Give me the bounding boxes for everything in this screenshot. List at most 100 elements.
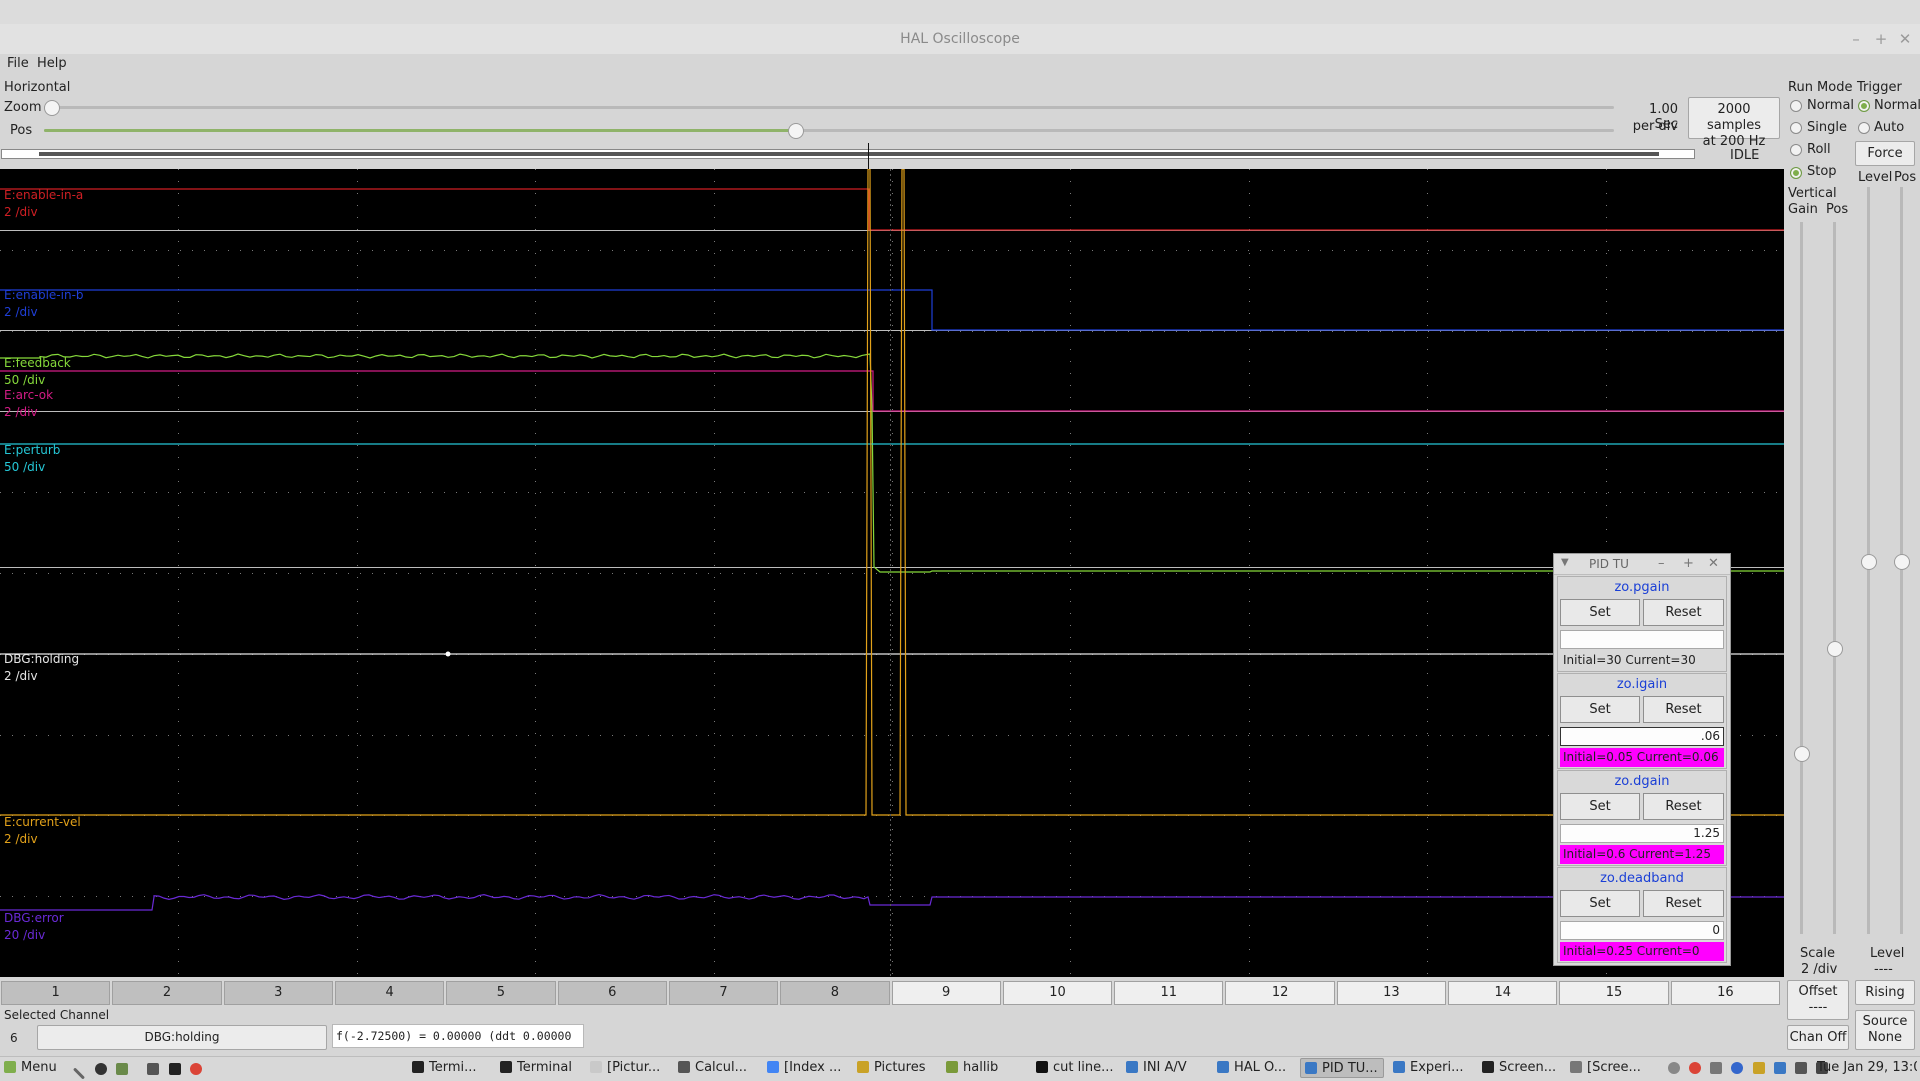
taskbar-task[interactable]: Experi...	[1389, 1058, 1473, 1078]
offset-button[interactable]: Offset ----	[1787, 980, 1849, 1020]
taskbar-task[interactable]: Pictures	[853, 1058, 937, 1078]
trigger-pos-handle[interactable]	[1894, 553, 1910, 570]
dgain-reset-button[interactable]: Reset	[1643, 793, 1724, 820]
pid-tuner-window[interactable]: ▼ PID TU – + ✕ zo.pgain Set Reset Initia…	[1553, 553, 1731, 966]
mint-logo-icon	[4, 1061, 16, 1073]
taskbar-task[interactable]: Terminal	[496, 1058, 580, 1078]
channel-button-13[interactable]: 13	[1336, 981, 1447, 1005]
taskbar-task[interactable]: [Index ...	[763, 1058, 847, 1078]
taskbar-task[interactable]: [Scree...	[1566, 1058, 1650, 1078]
igain-input[interactable]: .06	[1560, 727, 1724, 746]
scope-display[interactable]: E:enable-in-a 2 /div E:enable-in-b 2 /di…	[0, 169, 1784, 977]
channel-button-15[interactable]: 15	[1559, 981, 1669, 1005]
taskbar-clock[interactable]: Tue Jan 29, 13:04	[1817, 1058, 1917, 1078]
pid-close-icon[interactable]: ✕	[1708, 556, 1719, 571]
maximize-icon[interactable]: +	[1871, 30, 1891, 48]
channel-button-14[interactable]: 14	[1448, 981, 1558, 1005]
channel-button-2[interactable]: 2	[112, 981, 222, 1005]
taskbar-task[interactable]: Screen...	[1478, 1058, 1562, 1078]
channel-button-1[interactable]: 1	[1, 981, 111, 1005]
tray-shield-icon[interactable]	[1731, 1062, 1744, 1074]
taskbar-task[interactable]: cut line...	[1032, 1058, 1116, 1078]
trigger-normal-radio[interactable]	[1858, 100, 1870, 112]
taskbar-task[interactable]: PID TU...	[1300, 1058, 1384, 1078]
channel-button-10[interactable]: 10	[1002, 981, 1113, 1005]
zoom-slider-handle[interactable]	[44, 100, 60, 116]
igain-set-button[interactable]: Set	[1560, 696, 1640, 723]
deadband-reset-button[interactable]: Reset	[1643, 890, 1724, 917]
run-mode-normal-radio[interactable]	[1790, 100, 1802, 112]
chan-off-button[interactable]: Chan Off	[1787, 1025, 1849, 1050]
show-desktop-icon[interactable]	[147, 1063, 160, 1075]
taskbar-task[interactable]: Termi...	[408, 1058, 492, 1078]
pid-title: PID TU	[1589, 557, 1629, 571]
tray-network-icon[interactable]	[1668, 1062, 1680, 1074]
pgain-input[interactable]	[1560, 630, 1724, 649]
close-icon[interactable]: ✕	[1895, 30, 1915, 48]
channel-button-8[interactable]: 8	[780, 981, 890, 1005]
run-mode-roll-radio[interactable]	[1790, 144, 1802, 156]
deadband-input[interactable]: 0	[1560, 921, 1724, 940]
channel-button-12[interactable]: 12	[1225, 981, 1335, 1005]
channel-button-11[interactable]: 11	[1114, 981, 1224, 1005]
source-button[interactable]: Source None	[1855, 1010, 1915, 1050]
pid-minimize-icon[interactable]: –	[1658, 556, 1665, 571]
taskbar-task[interactable]: HAL O...	[1213, 1058, 1297, 1078]
tray-chrome-icon[interactable]	[1689, 1062, 1702, 1074]
vertical-pos-slider[interactable]	[1833, 222, 1836, 934]
channel-button-7[interactable]: 7	[668, 981, 779, 1005]
deadband-set-button[interactable]: Set	[1560, 890, 1640, 917]
vertical-gain-slider[interactable]	[1800, 222, 1803, 934]
trigger-level-handle[interactable]	[1861, 553, 1877, 570]
channel-button-9[interactable]: 9	[891, 981, 1001, 1005]
menu-help[interactable]: Help	[37, 56, 67, 71]
run-mode-single-radio[interactable]	[1790, 122, 1802, 134]
record-bar[interactable]	[1, 149, 1695, 159]
dgain-set-button[interactable]: Set	[1560, 793, 1640, 820]
igain-reset-button[interactable]: Reset	[1643, 696, 1724, 723]
task-app-icon	[1217, 1061, 1229, 1073]
tray-bluetooth-icon[interactable]	[1773, 1062, 1786, 1074]
taskbar-task[interactable]: INI A/V	[1122, 1058, 1206, 1078]
selected-channel-button[interactable]: DBG:holding	[37, 1025, 327, 1050]
channel-button-6[interactable]: 6	[557, 981, 667, 1005]
channel-button-3[interactable]: 3	[223, 981, 333, 1005]
vertical-gain-handle[interactable]	[1794, 745, 1810, 762]
channel-button-4[interactable]: 4	[334, 981, 445, 1005]
task-app-icon	[857, 1061, 869, 1073]
task-label: [Index ...	[784, 1060, 842, 1075]
taskbar-menu-label: Menu	[21, 1060, 57, 1075]
channel-label-enable-in-a: E:enable-in-a 2 /div	[4, 187, 83, 221]
dgain-input[interactable]: 1.25	[1560, 824, 1724, 843]
tray-info-icon[interactable]	[1710, 1062, 1723, 1074]
trace-enable-in-a	[0, 188, 1784, 231]
vertical-pos-handle[interactable]	[1827, 640, 1843, 657]
taskbar-task[interactable]: [Pictur...	[586, 1058, 670, 1078]
pid-maximize-icon[interactable]: +	[1683, 556, 1694, 571]
samples-button[interactable]: 2000 samples at 200 Hz	[1688, 97, 1780, 149]
minimize-icon[interactable]: –	[1846, 30, 1866, 48]
taskbar-menu-button[interactable]: Menu	[4, 1058, 68, 1078]
terminal-launcher-icon[interactable]	[116, 1063, 129, 1075]
channel-button-16[interactable]: 16	[1670, 981, 1780, 1005]
run-mode-stop-radio[interactable]	[1790, 167, 1802, 179]
pos-slider-handle[interactable]	[787, 123, 804, 139]
chrome-icon[interactable]	[189, 1063, 202, 1075]
tray-volume-icon[interactable]	[1794, 1062, 1807, 1074]
pid-titlebar[interactable]: ▼ PID TU – + ✕	[1554, 554, 1730, 575]
channel-button-5[interactable]: 5	[446, 981, 556, 1005]
force-button[interactable]: Force	[1855, 141, 1915, 166]
taskbar-task[interactable]: hallib	[942, 1058, 1026, 1078]
console-icon[interactable]	[168, 1063, 181, 1075]
pid-menu-icon[interactable]: ▼	[1561, 557, 1569, 568]
zoom-slider[interactable]	[44, 106, 1614, 109]
tray-update-icon[interactable]	[1752, 1062, 1765, 1074]
pgain-reset-button[interactable]: Reset	[1643, 599, 1724, 626]
taskbar-task[interactable]: Calcul...	[674, 1058, 758, 1078]
menu-file[interactable]: File	[7, 56, 29, 71]
rising-button[interactable]: Rising	[1855, 980, 1915, 1005]
trigger-auto-radio[interactable]	[1858, 122, 1870, 134]
settings-icon[interactable]	[95, 1063, 108, 1075]
pgain-set-button[interactable]: Set	[1560, 599, 1640, 626]
vertical-pos-label: Pos	[1826, 202, 1849, 217]
